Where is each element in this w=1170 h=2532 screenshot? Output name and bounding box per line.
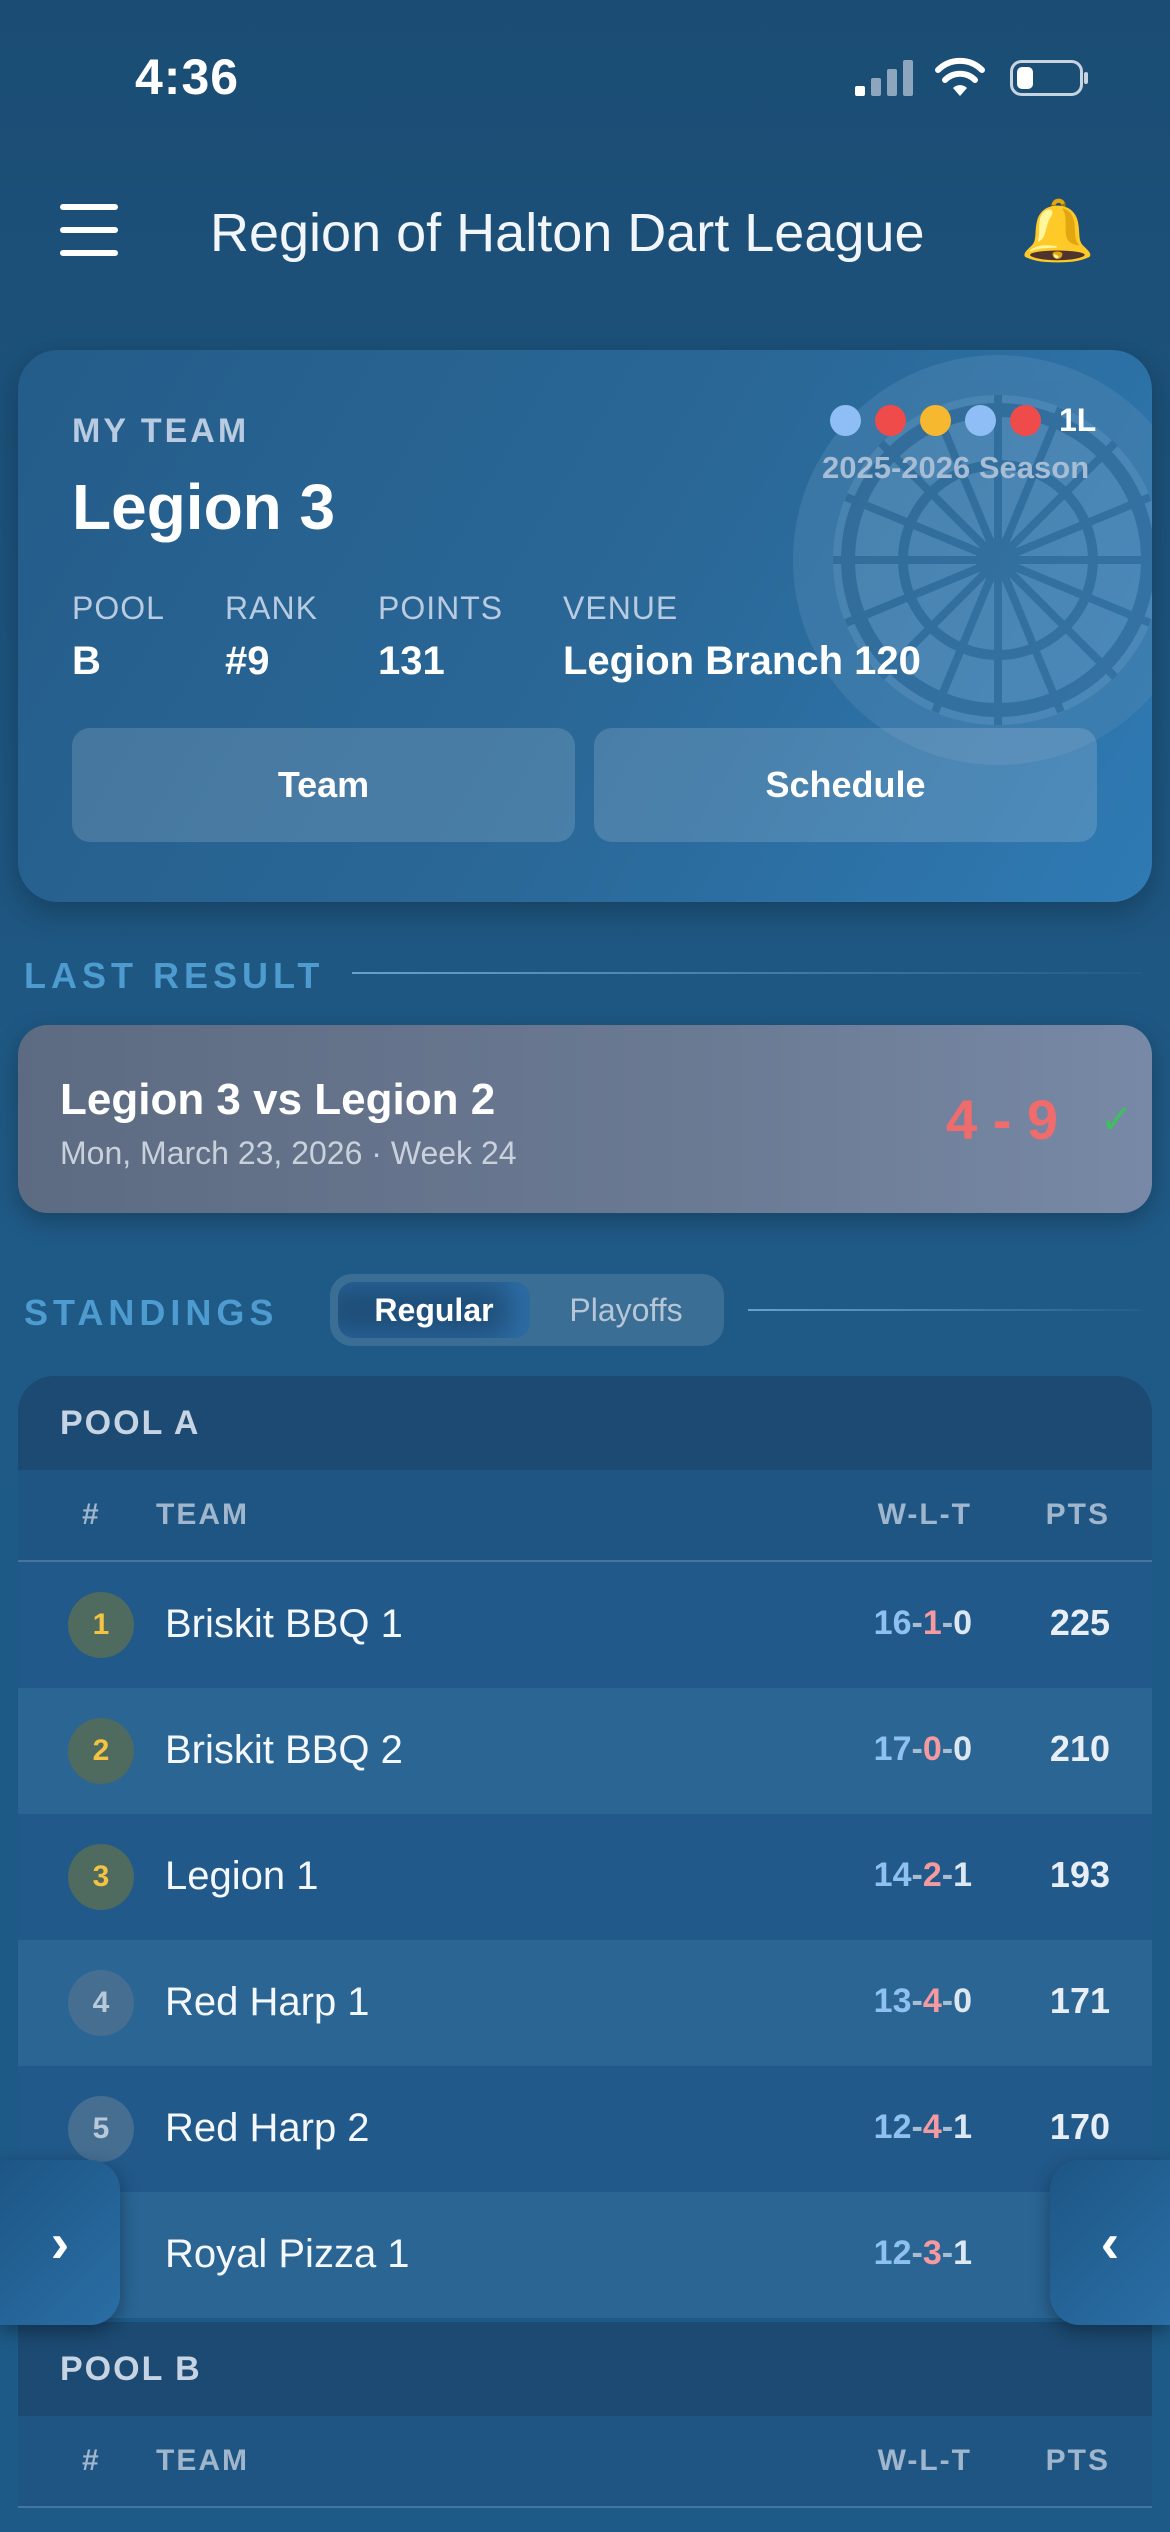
status-time: 4:36: [135, 49, 240, 105]
notification-bell-icon[interactable]: 🔔: [1020, 195, 1095, 266]
last-result-heading: LAST RESULT: [24, 955, 325, 996]
my-team-card: MY TEAM Legion 3 1L 2025-2026 Season POO…: [18, 350, 1152, 902]
hamburger-menu-icon[interactable]: [58, 202, 122, 258]
col-pts: PTS: [1045, 1498, 1110, 1531]
stat-label: POINTS: [378, 590, 504, 626]
col-rank: #: [82, 2444, 101, 2477]
tab-playoffs[interactable]: Playoffs: [534, 1282, 718, 1338]
team-name: Briskit BBQ 2: [165, 1728, 403, 1772]
points-value: 170: [1049, 2106, 1110, 2147]
win-loss-tie: 13-4-0: [873, 1982, 972, 2020]
standings-rows: 1 Briskit BBQ 1 16-1-0 225 2 Briskit BBQ…: [18, 1562, 1152, 2318]
win-loss-tie: 16-1-0: [873, 1604, 972, 1642]
stat-value: #9: [225, 639, 270, 683]
team-name: Legion 3: [72, 471, 336, 543]
pool-a-table: POOL A # TEAM W-L-T PTS 1 Briskit BBQ 1 …: [18, 1376, 1152, 2322]
rank-badge: 5: [68, 2096, 134, 2162]
form-dot: [920, 404, 951, 436]
stat-label: RANK: [225, 590, 318, 626]
form-dot: [1010, 404, 1041, 436]
points-value: 171: [1049, 1980, 1110, 2021]
tab-regular[interactable]: Regular: [338, 1282, 530, 1338]
stat-value: Legion Branch 120: [563, 639, 921, 683]
table-row[interactable]: 2 Briskit BBQ 2 17-0-0 210: [18, 1688, 1152, 1814]
next-arrow-button[interactable]: ›: [0, 2160, 120, 2325]
stat-points: POINTS 131: [378, 590, 503, 684]
points-value: 225: [1049, 1602, 1110, 1643]
table-row[interactable]: 1 Briskit BBQ 1 16-1-0 225: [18, 1562, 1152, 1688]
cellular-signal-icon: [855, 60, 913, 96]
table-row[interactable]: Royal Pizza 1 12-3-1: [18, 2192, 1152, 2318]
team-name: Red Harp 1: [165, 1980, 370, 2024]
win-loss-tie: 17-0-0: [873, 1730, 972, 1768]
checkmark-icon: ✓: [1100, 1098, 1134, 1142]
divider: [352, 972, 1142, 974]
rank-badge: 4: [68, 1970, 134, 2036]
table-header: # TEAM W-L-T PTS: [18, 2416, 1152, 2508]
team-name: Royal Pizza 1: [165, 2232, 410, 2276]
battery-icon: [1010, 60, 1088, 96]
rank-badge: 1: [68, 1592, 134, 1658]
team-name: Red Harp 2: [165, 2106, 370, 2150]
standings-heading: STANDINGS: [24, 1292, 279, 1333]
points-value: 210: [1049, 1728, 1110, 1769]
result-matchup: Legion 3 vs Legion 2: [60, 1075, 496, 1124]
win-loss-tie: 14-2-1: [873, 1856, 972, 1894]
wifi-icon: [935, 57, 985, 96]
table-row[interactable]: 3 Legion 1 14-2-1 193: [18, 1814, 1152, 1940]
divider: [748, 1309, 1142, 1311]
my-team-label: MY TEAM: [72, 412, 250, 450]
form-dot: [875, 404, 906, 436]
pool-title: POOL A: [18, 1376, 1152, 1470]
result-date: Mon, March 23, 2026 · Week 24: [60, 1135, 517, 1171]
rank-badge: 2: [68, 1718, 134, 1784]
col-wlt: W-L-T: [877, 2444, 972, 2477]
last-result-card[interactable]: Legion 3 vs Legion 2 Mon, March 23, 2026…: [18, 1025, 1152, 1213]
form-dot: [965, 404, 996, 436]
previous-arrow-button[interactable]: ‹: [1050, 2160, 1170, 2325]
standings-toggle: Regular Playoffs: [330, 1274, 724, 1346]
stat-label: POOL: [72, 590, 165, 626]
form-dot: [830, 404, 861, 436]
col-wlt: W-L-T: [877, 1498, 972, 1531]
team-name: Briskit BBQ 1: [165, 1602, 403, 1646]
win-loss-tie: 12-3-1: [873, 2234, 972, 2272]
app-header: Region of Halton Dart League 🔔: [0, 180, 1170, 290]
win-loss-tie: 12-4-1: [873, 2108, 972, 2146]
team-button[interactable]: Team: [72, 728, 575, 842]
result-score: 4 - 9: [946, 1088, 1059, 1151]
status-bar: 4:36: [0, 0, 1170, 150]
table-row[interactable]: 5 Red Harp 2 12-4-1 170: [18, 2066, 1152, 2192]
page-title: Region of Halton Dart League: [210, 203, 925, 263]
table-row[interactable]: 4 Red Harp 1 13-4-0 171: [18, 1940, 1152, 2066]
col-rank: #: [82, 1498, 101, 1531]
table-header: # TEAM W-L-T PTS: [18, 1470, 1152, 1562]
col-pts: PTS: [1045, 2444, 1110, 2477]
pool-title: POOL B: [18, 2322, 1152, 2416]
stat-label: VENUE: [563, 590, 679, 626]
recent-form: 1L: [830, 402, 1096, 438]
form-tag: 1L: [1059, 401, 1097, 438]
stat-value: B: [72, 639, 101, 683]
stat-value: 131: [378, 639, 445, 683]
stat-venue: VENUE Legion Branch 120: [563, 590, 921, 684]
schedule-button[interactable]: Schedule: [594, 728, 1097, 842]
stat-pool: POOL B: [72, 590, 165, 684]
points-value: 193: [1049, 1854, 1110, 1895]
stat-rank: RANK #9: [225, 590, 318, 684]
col-team: TEAM: [156, 1498, 249, 1531]
rank-badge: 3: [68, 1844, 134, 1910]
col-team: TEAM: [156, 2444, 249, 2477]
team-name: Legion 1: [165, 1854, 319, 1898]
pool-b-table: POOL B # TEAM W-L-T PTS: [18, 2322, 1152, 2532]
season-label: 2025-2026 Season: [822, 450, 1090, 485]
